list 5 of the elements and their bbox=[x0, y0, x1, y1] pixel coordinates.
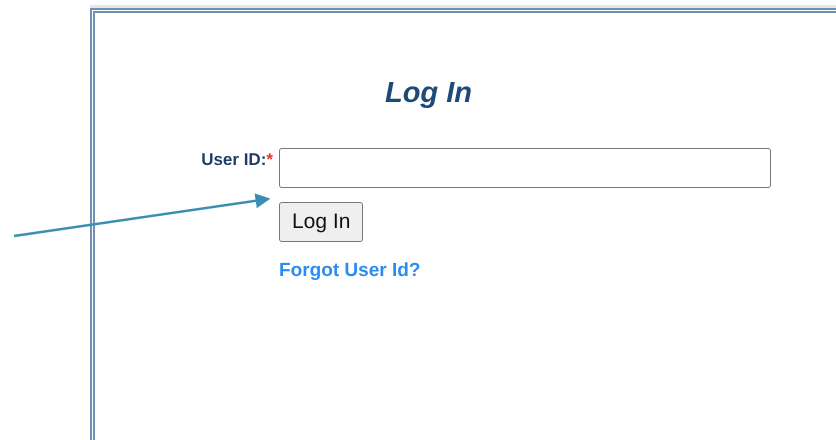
field-label: User ID: bbox=[201, 150, 266, 170]
user-id-field[interactable] bbox=[279, 148, 771, 188]
page-title: Log In bbox=[385, 77, 473, 110]
required-mark: * bbox=[266, 150, 273, 170]
login-button[interactable]: Log In bbox=[279, 202, 364, 242]
